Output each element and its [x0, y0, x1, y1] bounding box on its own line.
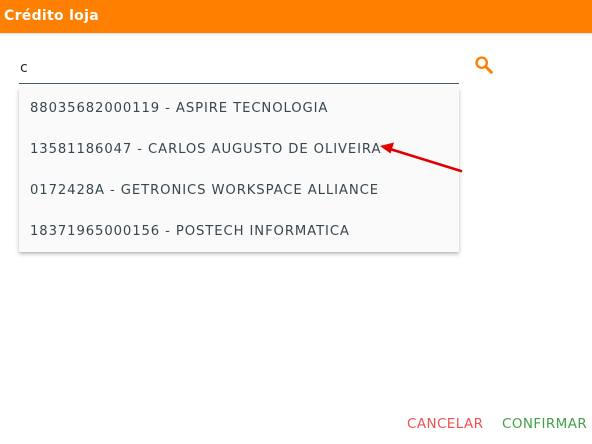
credit-dialog: Crédito loja 88035682000119 - ASPIRE TEC…	[0, 0, 592, 444]
dropdown-option[interactable]: 0172428A - GETRONICS WORKSPACE ALLIANCE	[19, 170, 459, 211]
option-label: 13581186047 - CARLOS AUGUSTO DE OLIVEIRA	[30, 142, 382, 157]
dropdown-option[interactable]: 88035682000119 - ASPIRE TECNOLOGIA	[19, 88, 459, 129]
cancel-button[interactable]: CANCELAR	[407, 416, 483, 432]
dropdown-option[interactable]: 18371965000156 - POSTECH INFORMATICA	[19, 211, 459, 252]
search-field[interactable]	[19, 55, 459, 84]
option-label: 0172428A - GETRONICS WORKSPACE ALLIANCE	[30, 183, 379, 198]
red-arrow-icon	[380, 142, 463, 173]
search-icon[interactable]	[473, 54, 495, 76]
search-input[interactable]	[19, 55, 450, 81]
dialog-title: Crédito loja	[4, 8, 99, 24]
dialog-header: Crédito loja	[0, 0, 592, 33]
confirm-button[interactable]: CONFIRMAR	[502, 416, 587, 432]
option-label: 18371965000156 - POSTECH INFORMATICA	[30, 224, 350, 239]
option-label: 88035682000119 - ASPIRE TECNOLOGIA	[30, 101, 329, 116]
